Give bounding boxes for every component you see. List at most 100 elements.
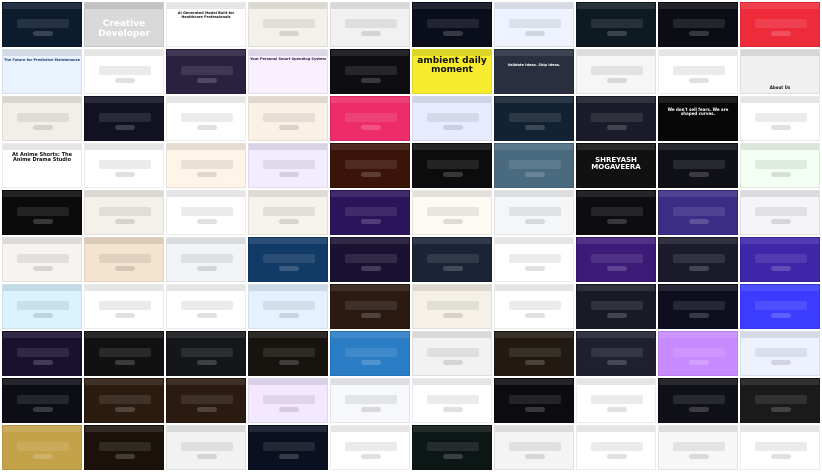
- website-thumbnail[interactable]: [658, 331, 738, 376]
- website-thumbnail[interactable]: [2, 425, 82, 470]
- website-thumbnail[interactable]: ambient daily moment: [412, 49, 492, 94]
- website-thumbnail[interactable]: [2, 2, 82, 47]
- website-thumbnail[interactable]: [330, 378, 410, 423]
- website-thumbnail[interactable]: [740, 2, 820, 47]
- website-thumbnail[interactable]: [658, 49, 738, 94]
- website-thumbnail[interactable]: [166, 190, 246, 235]
- website-thumbnail[interactable]: [330, 143, 410, 188]
- website-thumbnail[interactable]: [84, 143, 164, 188]
- website-thumbnail[interactable]: [658, 190, 738, 235]
- website-thumbnail[interactable]: [2, 190, 82, 235]
- website-thumbnail[interactable]: The Future for Predictive Maintenance: [2, 49, 82, 94]
- website-thumbnail[interactable]: [494, 143, 574, 188]
- website-thumbnail[interactable]: [2, 378, 82, 423]
- website-thumbnail[interactable]: [576, 49, 656, 94]
- website-thumbnail[interactable]: [740, 378, 820, 423]
- website-thumbnail[interactable]: [248, 190, 328, 235]
- website-thumbnail[interactable]: [658, 237, 738, 282]
- website-thumbnail[interactable]: [740, 237, 820, 282]
- website-thumbnail[interactable]: [412, 143, 492, 188]
- website-thumbnail[interactable]: [2, 284, 82, 329]
- website-thumbnail[interactable]: [330, 49, 410, 94]
- website-thumbnail[interactable]: [330, 96, 410, 141]
- website-thumbnail[interactable]: [494, 237, 574, 282]
- website-thumbnail[interactable]: [412, 425, 492, 470]
- website-thumbnail[interactable]: [494, 96, 574, 141]
- website-thumbnail[interactable]: [84, 425, 164, 470]
- website-thumbnail[interactable]: [740, 331, 820, 376]
- website-thumbnail[interactable]: [576, 96, 656, 141]
- website-thumbnail[interactable]: [248, 284, 328, 329]
- website-thumbnail[interactable]: [412, 378, 492, 423]
- website-thumbnail[interactable]: [740, 425, 820, 470]
- website-thumbnail[interactable]: [330, 237, 410, 282]
- website-thumbnail[interactable]: [576, 284, 656, 329]
- website-thumbnail[interactable]: [84, 49, 164, 94]
- website-thumbnail[interactable]: [166, 378, 246, 423]
- website-thumbnail[interactable]: [658, 284, 738, 329]
- website-thumbnail[interactable]: [330, 190, 410, 235]
- website-thumbnail[interactable]: [330, 425, 410, 470]
- website-thumbnail[interactable]: [740, 143, 820, 188]
- website-thumbnail[interactable]: [84, 237, 164, 282]
- website-thumbnail[interactable]: [248, 96, 328, 141]
- website-thumbnail[interactable]: [166, 237, 246, 282]
- website-thumbnail[interactable]: [412, 2, 492, 47]
- website-thumbnail[interactable]: [2, 331, 82, 376]
- website-thumbnail[interactable]: [494, 190, 574, 235]
- website-thumbnail[interactable]: [658, 143, 738, 188]
- website-thumbnail[interactable]: [576, 237, 656, 282]
- website-thumbnail[interactable]: AI Generated Model Built for Healthcare …: [166, 2, 246, 47]
- website-thumbnail[interactable]: [658, 425, 738, 470]
- website-thumbnail[interactable]: [412, 190, 492, 235]
- website-thumbnail[interactable]: [248, 378, 328, 423]
- website-thumbnail[interactable]: [494, 378, 574, 423]
- website-thumbnail[interactable]: [166, 425, 246, 470]
- website-thumbnail[interactable]: [84, 96, 164, 141]
- website-thumbnail[interactable]: Your Personal Smart Spending System: [248, 49, 328, 94]
- website-thumbnail[interactable]: [248, 331, 328, 376]
- website-thumbnail[interactable]: Creative Developer: [84, 2, 164, 47]
- website-thumbnail[interactable]: [494, 425, 574, 470]
- website-thumbnail[interactable]: [248, 237, 328, 282]
- website-thumbnail[interactable]: [166, 49, 246, 94]
- website-thumbnail[interactable]: Validate Ideas. Ship Ideas.: [494, 49, 574, 94]
- website-thumbnail[interactable]: [658, 2, 738, 47]
- website-thumbnail[interactable]: [576, 2, 656, 47]
- website-thumbnail[interactable]: [494, 284, 574, 329]
- website-thumbnail[interactable]: We don't sell fears. We are shaped curve…: [658, 96, 738, 141]
- website-thumbnail[interactable]: [412, 331, 492, 376]
- website-thumbnail[interactable]: [166, 331, 246, 376]
- website-thumbnail[interactable]: [576, 331, 656, 376]
- website-thumbnail[interactable]: [248, 143, 328, 188]
- website-thumbnail[interactable]: [166, 284, 246, 329]
- website-thumbnail[interactable]: [84, 190, 164, 235]
- website-thumbnail[interactable]: [576, 190, 656, 235]
- website-thumbnail[interactable]: SHREYASH MOGAVEERA: [576, 143, 656, 188]
- website-thumbnail[interactable]: About Us: [740, 49, 820, 94]
- website-thumbnail[interactable]: [494, 331, 574, 376]
- website-thumbnail[interactable]: [84, 378, 164, 423]
- website-thumbnail[interactable]: [248, 425, 328, 470]
- website-thumbnail[interactable]: [248, 2, 328, 47]
- website-thumbnail[interactable]: At Anime Shorts: The Anime Drama Studio: [2, 143, 82, 188]
- website-thumbnail[interactable]: [2, 96, 82, 141]
- website-thumbnail[interactable]: [330, 331, 410, 376]
- website-thumbnail[interactable]: [84, 284, 164, 329]
- website-thumbnail[interactable]: [740, 190, 820, 235]
- website-thumbnail[interactable]: [576, 378, 656, 423]
- website-thumbnail[interactable]: [166, 143, 246, 188]
- website-thumbnail[interactable]: [412, 237, 492, 282]
- website-thumbnail[interactable]: [576, 425, 656, 470]
- website-thumbnail[interactable]: [740, 96, 820, 141]
- website-thumbnail[interactable]: [740, 284, 820, 329]
- website-thumbnail[interactable]: [166, 96, 246, 141]
- website-thumbnail[interactable]: [330, 284, 410, 329]
- website-thumbnail[interactable]: [2, 237, 82, 282]
- website-thumbnail[interactable]: [658, 378, 738, 423]
- website-thumbnail[interactable]: [412, 96, 492, 141]
- website-thumbnail[interactable]: [412, 284, 492, 329]
- website-thumbnail[interactable]: [494, 2, 574, 47]
- website-thumbnail[interactable]: [330, 2, 410, 47]
- website-thumbnail[interactable]: [84, 331, 164, 376]
